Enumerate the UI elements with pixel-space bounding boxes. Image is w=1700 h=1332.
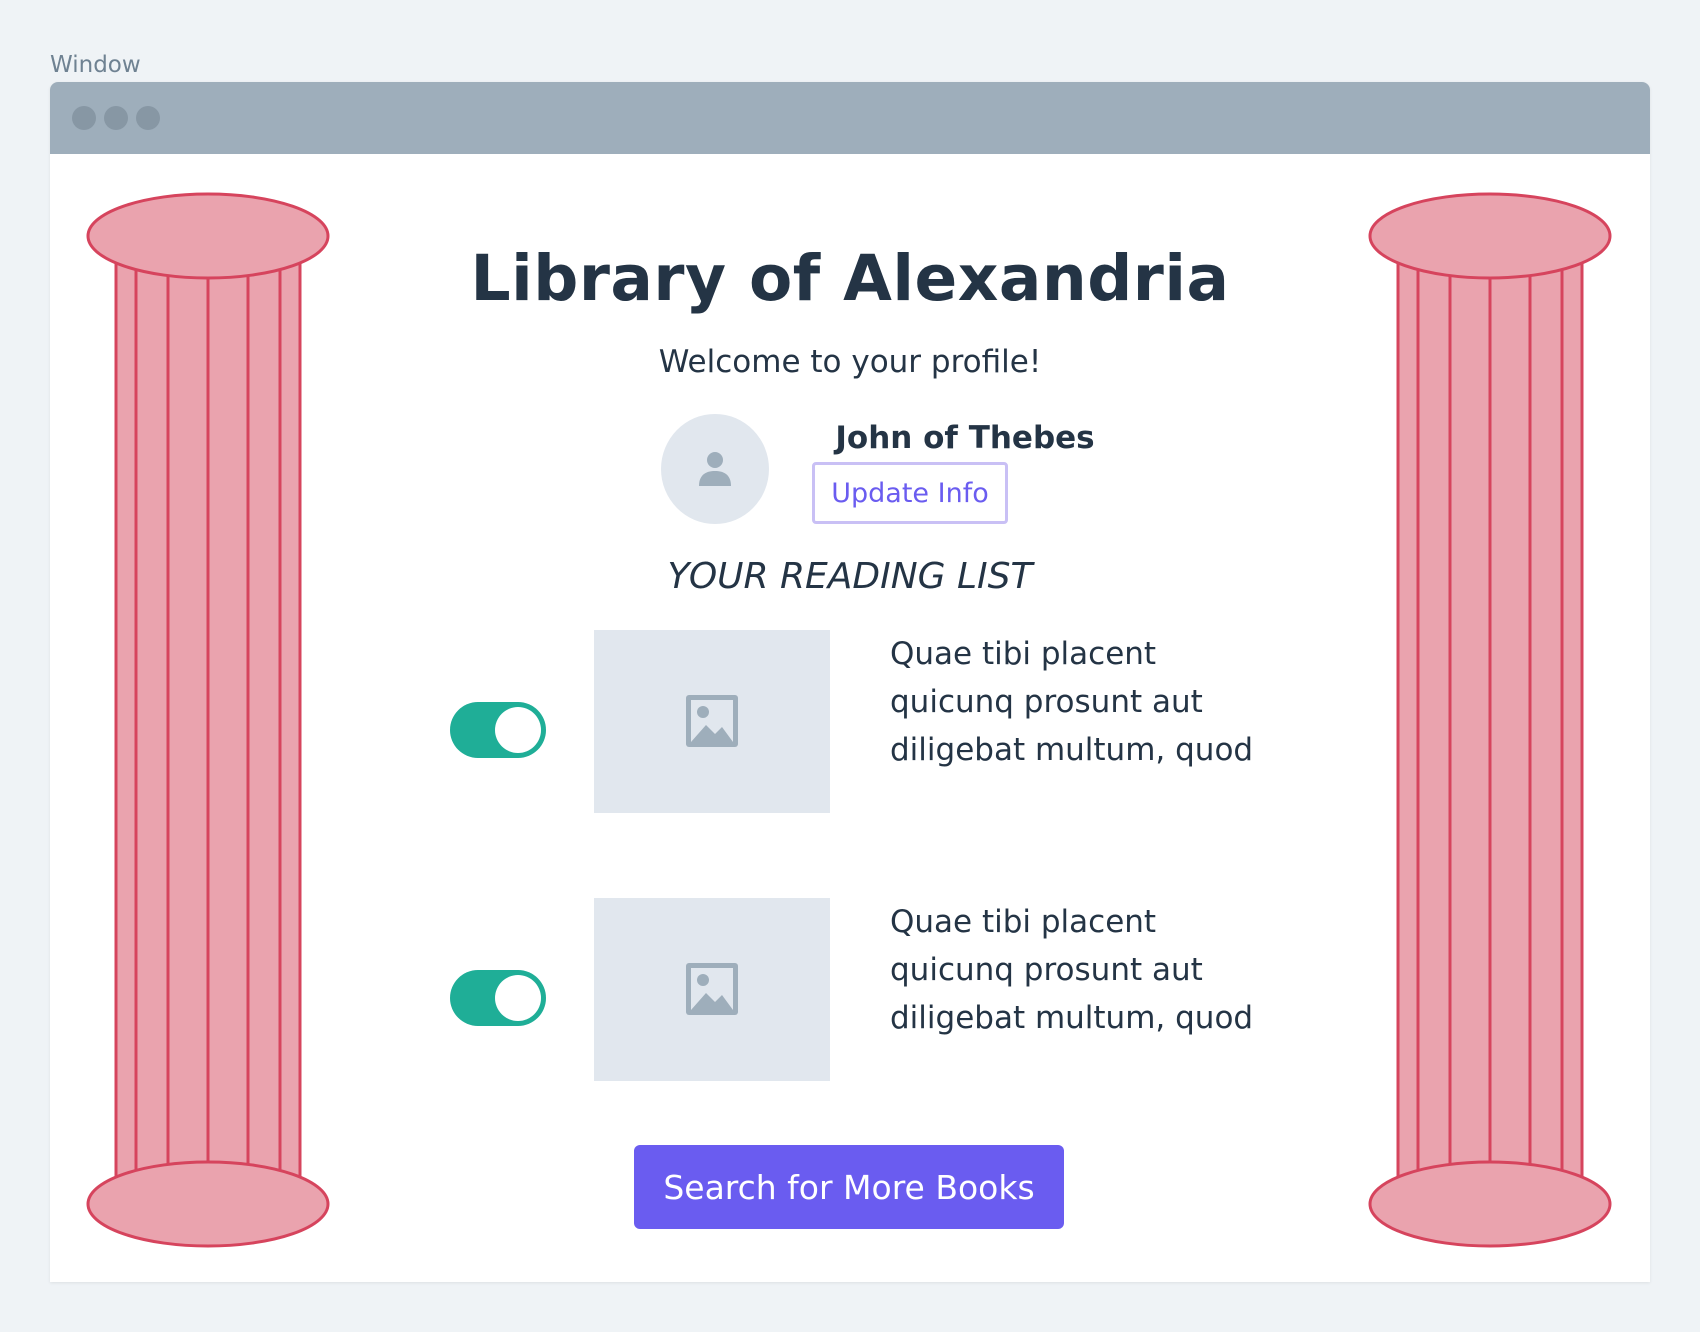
reading-item-description: Quae tibi placent quicunq prosunt aut di… xyxy=(890,898,1310,1042)
reading-item-description: Quae tibi placent quicunq prosunt aut di… xyxy=(890,630,1310,774)
toggle-knob xyxy=(495,707,541,753)
update-info-button[interactable]: Update Info xyxy=(812,462,1008,524)
reading-item-line: quicunq prosunt aut xyxy=(890,684,1203,720)
browser-window: Library of Alexandria Welcome to your pr… xyxy=(50,82,1650,1282)
window-control-dot[interactable] xyxy=(136,106,160,130)
book-thumbnail xyxy=(594,898,830,1081)
window-control-dot[interactable] xyxy=(72,106,96,130)
reading-item-line: Quae tibi placent xyxy=(890,904,1157,940)
search-more-books-button[interactable]: Search for More Books xyxy=(634,1145,1064,1229)
window-control-dot[interactable] xyxy=(104,106,128,130)
book-thumbnail xyxy=(594,630,830,813)
welcome-message: Welcome to your profile! xyxy=(658,344,1042,380)
window-label: Window xyxy=(50,52,141,78)
user-icon xyxy=(699,452,731,486)
reading-item-line: quicunq prosunt aut xyxy=(890,952,1203,988)
reading-list-heading: YOUR READING LIST xyxy=(667,556,1033,597)
reading-item-line: diligebat multum, quod xyxy=(890,732,1254,768)
toggle-knob xyxy=(495,975,541,1021)
reading-item-line: diligebat multum, quod xyxy=(890,1000,1254,1036)
image-icon xyxy=(686,695,738,747)
reading-item-toggle[interactable] xyxy=(450,970,546,1026)
page-title: Library of Alexandria xyxy=(470,242,1230,315)
reading-item-toggle[interactable] xyxy=(450,702,546,758)
reading-item-line: Quae tibi placent xyxy=(890,636,1157,672)
window-titlebar xyxy=(50,82,1650,154)
image-icon xyxy=(686,963,738,1015)
user-name: John of Thebes xyxy=(835,420,1095,456)
